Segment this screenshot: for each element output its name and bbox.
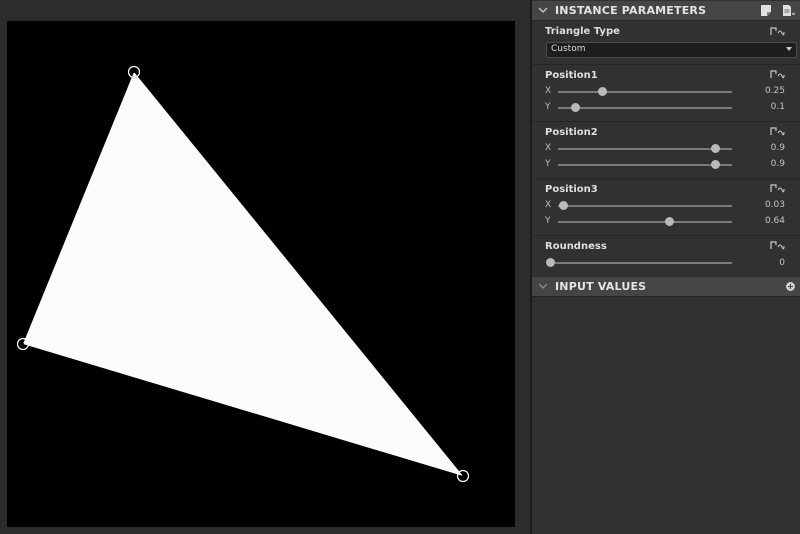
position1-y-value[interactable]: 0.1 [771,102,785,112]
position3-x-value[interactable]: 0.03 [765,200,785,210]
position3-label: Position3 [545,184,598,195]
roundness-label: Roundness [545,241,607,252]
input-values-title: INPUT VALUES [555,280,647,293]
position1-x-axis-label: X [545,86,552,96]
position2-y-slider[interactable] [558,160,732,169]
position2-y-axis-label: Y [545,159,551,169]
position1-y-axis-label: Y [545,102,551,112]
triangle-type-label: Triangle Type [545,26,620,37]
reset-roundness-icon[interactable] [769,239,785,251]
separator [532,235,800,236]
instance-parameters-title: INSTANCE PARAMETERS [555,4,707,17]
position2-label: Position2 [545,127,598,138]
properties-panel: INSTANCE PARAMETERS Triangle Type Custom… [532,0,800,534]
position2-y-value[interactable]: 0.9 [771,159,785,169]
position2-x-value[interactable]: 0.9 [771,143,785,153]
slider-knob[interactable] [665,217,675,226]
separator [532,64,800,65]
document-options-icon[interactable] [782,4,796,17]
separator [532,121,800,122]
position1-x-slider[interactable] [558,87,732,96]
slider-knob[interactable] [710,160,720,169]
vertex-handle-3[interactable] [456,469,470,483]
reset-position2-icon[interactable] [769,125,785,137]
slider-knob[interactable] [710,144,720,153]
reset-position3-icon[interactable] [769,182,785,194]
preset-icon[interactable] [760,4,772,17]
position1-x-value[interactable]: 0.25 [765,86,785,96]
expand-arrow-icon[interactable] [538,281,548,291]
separator [532,178,800,179]
triangle-shape [23,72,463,476]
position2-x-axis-label: X [545,143,552,153]
slider-knob[interactable] [559,201,569,210]
slider-knob[interactable] [546,258,555,267]
position3-y-slider[interactable] [558,217,732,226]
slider-knob[interactable] [597,87,607,96]
reset-position1-icon[interactable] [769,68,785,80]
instance-parameters-header[interactable]: INSTANCE PARAMETERS [532,1,800,21]
reset-triangle-type-icon[interactable] [769,25,785,37]
viewport [0,0,530,534]
triangle-preview[interactable] [7,21,515,527]
chevron-down-icon [786,47,792,51]
roundness-slider[interactable] [546,258,732,267]
position3-x-axis-label: X [545,200,552,210]
triangle-type-dropdown[interactable]: Custom [546,42,797,58]
position2-x-slider[interactable] [558,144,732,153]
add-input-icon[interactable] [786,282,795,291]
position3-x-slider[interactable] [558,201,732,210]
input-values-header[interactable]: INPUT VALUES [532,277,800,297]
position1-label: Position1 [545,70,598,81]
slider-knob[interactable] [571,103,581,112]
position3-y-value[interactable]: 0.64 [765,216,785,226]
roundness-value[interactable]: 0 [779,258,785,268]
position3-y-axis-label: Y [545,216,551,226]
position1-y-slider[interactable] [558,103,732,112]
render-canvas[interactable] [7,21,515,527]
collapse-arrow-icon[interactable] [538,5,548,15]
triangle-type-value: Custom [551,44,586,54]
